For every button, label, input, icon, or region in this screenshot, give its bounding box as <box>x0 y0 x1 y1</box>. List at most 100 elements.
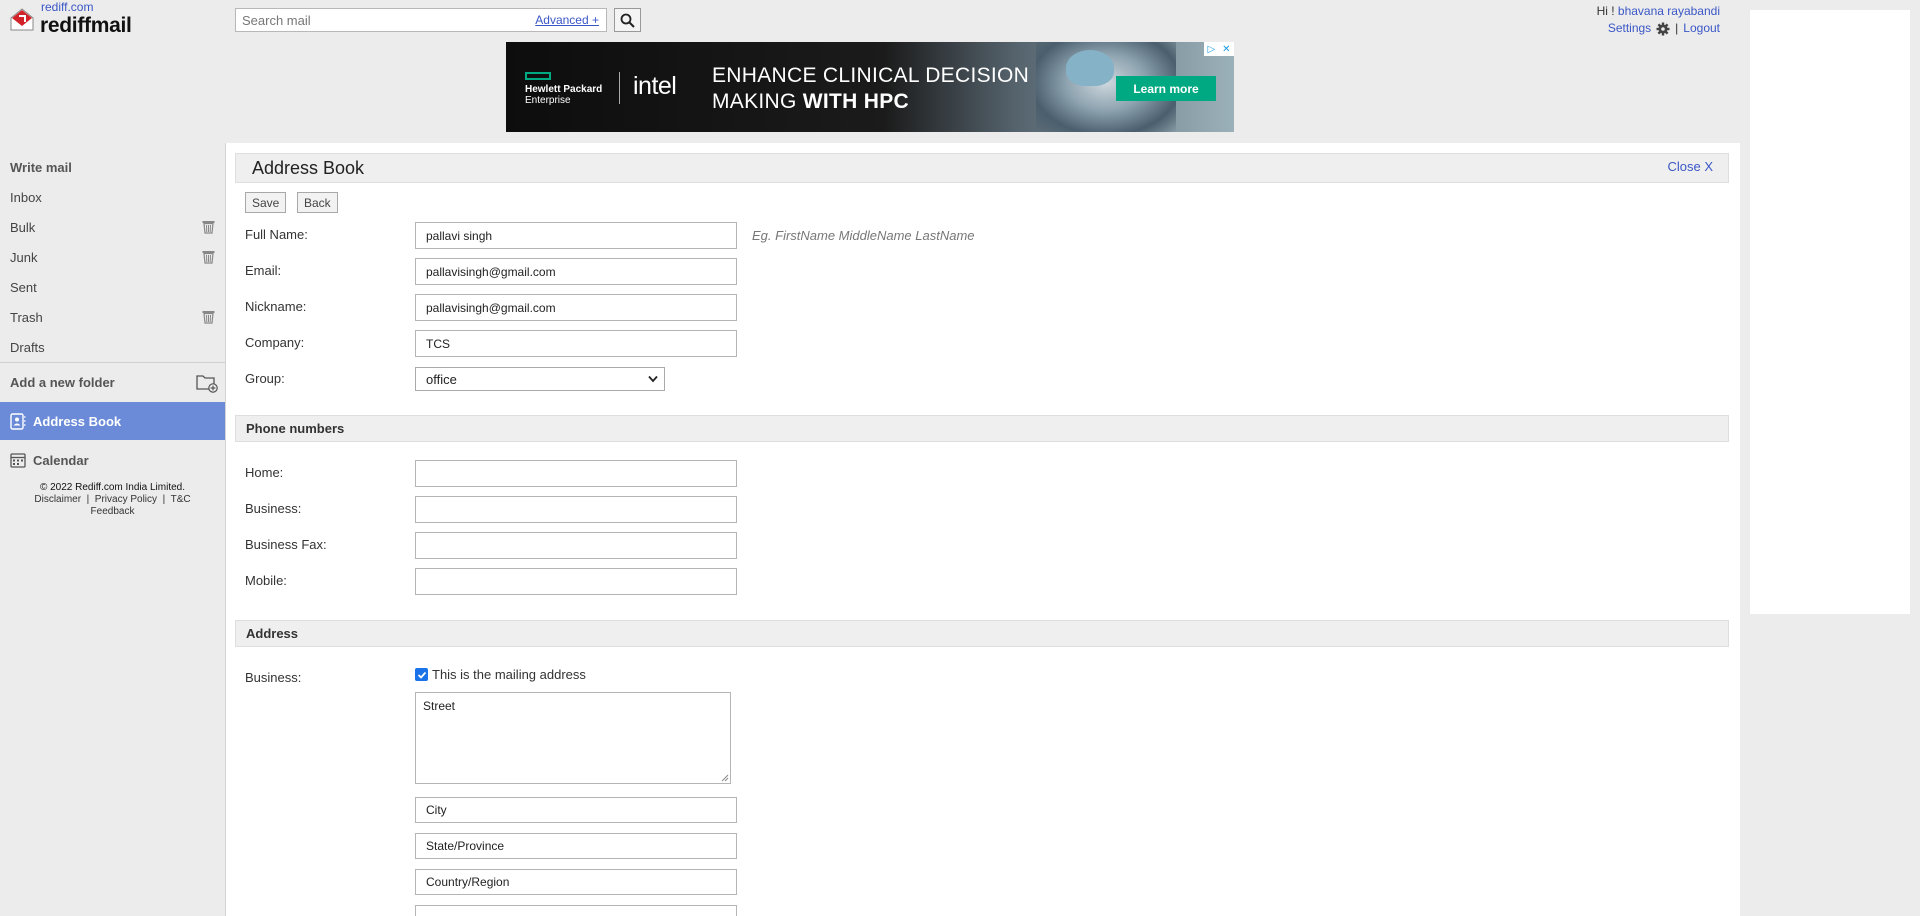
ad-headline-line1: ENHANCE CLINICAL DECISION <box>712 64 1030 87</box>
empty-trash-icon[interactable] <box>202 310 215 324</box>
sidebar-item-junk[interactable]: Junk <box>0 242 225 272</box>
email-label: Email: <box>245 263 282 278</box>
hpe-logo-icon <box>525 72 551 80</box>
address-book-panel: Address Book Close X Save Back Full Name… <box>226 143 1740 916</box>
separator <box>165 494 168 505</box>
sidebar-item-label: Sent <box>10 279 37 295</box>
business-fax-label: Business Fax: <box>245 537 327 552</box>
page-title: Address Book <box>252 158 365 178</box>
disclaimer-link[interactable]: Disclaimer <box>34 494 81 505</box>
search-box: Advanced + <box>235 8 607 32</box>
user-name-link[interactable]: bhavana rayabandi <box>1618 4 1720 18</box>
rediff-home-link[interactable]: rediff.com <box>41 0 93 14</box>
sidebar: Write mail Inbox Bulk Junk Sent Trash Dr… <box>0 143 226 916</box>
footer-links: Disclaimer | Privacy Policy | T&C <box>0 494 225 506</box>
group-select[interactable]: office <box>415 367 665 391</box>
back-button[interactable]: Back <box>297 192 338 213</box>
close-button[interactable]: Close X <box>1667 159 1713 174</box>
business-phone-field[interactable] <box>415 496 737 523</box>
ad-choices[interactable]: ▷ ✕ <box>1204 42 1234 56</box>
street-textarea[interactable]: Street <box>415 692 731 784</box>
sidebar-item-sent[interactable]: Sent <box>0 272 225 302</box>
group-selected-value: office <box>426 371 457 387</box>
ad-brand-line1: Hewlett Packard <box>525 84 603 95</box>
mobile-label: Mobile: <box>245 573 287 588</box>
settings-row: Settings | Logout <box>1597 20 1720 37</box>
right-ad-slot <box>1750 10 1910 614</box>
address-section-header: Address <box>235 620 1729 647</box>
business-fax-field[interactable] <box>415 532 737 559</box>
mobile-field[interactable] <box>415 568 737 595</box>
separator <box>89 494 92 505</box>
sidebar-item-address-book[interactable]: Address Book <box>0 402 225 440</box>
rediffmail-logo[interactable]: rediffmail <box>40 14 132 38</box>
empty-bulk-icon[interactable] <box>202 220 215 234</box>
search-icon <box>620 13 635 28</box>
sidebar-item-drafts[interactable]: Drafts <box>0 332 225 362</box>
sidebar-item-calendar[interactable]: Calendar <box>0 440 225 480</box>
sidebar-item-bulk[interactable]: Bulk <box>0 212 225 242</box>
ad-choices-icon[interactable]: ▷ <box>1207 44 1215 55</box>
phone-section-header: Phone numbers <box>235 415 1729 442</box>
resize-handle-icon[interactable] <box>721 774 729 782</box>
nickname-field[interactable] <box>415 294 737 321</box>
street-placeholder: Street <box>423 699 456 713</box>
sidebar-footer: © 2022 Rediff.com India Limited. Disclai… <box>0 482 225 518</box>
home-phone-label: Home: <box>245 465 284 480</box>
address-book-icon <box>10 412 26 430</box>
sidebar-item-label: Bulk <box>10 219 36 235</box>
sidebar-item-inbox[interactable]: Inbox <box>0 182 225 212</box>
ad-headline-line2: MAKING WITH HPC <box>712 89 1029 115</box>
privacy-policy-link[interactable]: Privacy Policy <box>95 494 157 505</box>
feedback-link[interactable]: Feedback <box>91 506 135 517</box>
write-mail-link[interactable]: Write mail <box>0 152 225 182</box>
company-field[interactable] <box>415 330 737 357</box>
empty-junk-icon[interactable] <box>202 250 215 264</box>
country-field[interactable] <box>415 869 737 895</box>
sidebar-item-label: Trash <box>10 309 43 325</box>
folder-add-icon[interactable] <box>196 373 218 393</box>
search-button[interactable] <box>614 8 641 32</box>
state-field[interactable] <box>415 833 737 859</box>
home-phone-field[interactable] <box>415 460 737 487</box>
ad-banner[interactable]: Hewlett Packard Enterprise intel ENHANCE… <box>506 42 1234 132</box>
full-name-hint: Eg. FirstName MiddleName LastName <box>752 228 975 243</box>
sidebar-item-trash[interactable]: Trash <box>0 302 225 332</box>
logout-link[interactable]: Logout <box>1683 20 1720 37</box>
rediff-logo-icon[interactable] <box>9 6 35 32</box>
group-label: Group: <box>245 371 285 386</box>
ad-headline-bold: WITH HPC <box>802 90 910 113</box>
search-input[interactable] <box>236 9 526 31</box>
email-field[interactable] <box>415 258 737 285</box>
ad-image-detail <box>1066 50 1114 86</box>
add-folder-link[interactable]: Add a new folder <box>0 362 225 402</box>
ad-close-icon[interactable]: ✕ <box>1222 44 1230 55</box>
header: rediff.com rediffmail Advanced + Hewlett… <box>0 0 1740 143</box>
ad-headline-prefix: MAKING <box>712 90 803 113</box>
write-mail-label: Write mail <box>10 159 72 175</box>
title-bar: Address Book Close X <box>235 153 1729 183</box>
section-title: Address <box>246 626 299 641</box>
zip-field[interactable] <box>415 905 737 916</box>
mailing-address-checkbox[interactable]: This is the mailing address <box>415 667 586 682</box>
ad-divider <box>619 72 620 104</box>
full-name-label: Full Name: <box>245 227 308 242</box>
ad-partner-logo: intel <box>633 72 677 100</box>
separator: | <box>1675 21 1679 35</box>
tc-link[interactable]: T&C <box>171 494 191 505</box>
save-button[interactable]: Save <box>245 192 287 213</box>
city-field[interactable] <box>415 797 737 823</box>
add-folder-label: Add a new folder <box>10 375 115 390</box>
copyright: © 2022 Rediff.com India Limited. <box>39 482 186 493</box>
ad-brand: Hewlett Packard Enterprise <box>525 84 602 106</box>
section-title: Phone numbers <box>246 421 345 436</box>
advanced-search-link[interactable]: Advanced + <box>535 13 599 27</box>
chevron-down-icon <box>648 375 658 383</box>
gear-icon[interactable] <box>1656 22 1670 36</box>
ad-headline: ENHANCE CLINICAL DECISION MAKING WITH HP… <box>712 63 1029 115</box>
settings-link[interactable]: Settings <box>1608 20 1651 37</box>
checkbox-checked-icon[interactable] <box>415 668 428 681</box>
full-name-field[interactable] <box>415 222 737 249</box>
company-label: Company: <box>245 335 305 350</box>
ad-learn-more-button[interactable]: Learn more <box>1116 76 1216 101</box>
